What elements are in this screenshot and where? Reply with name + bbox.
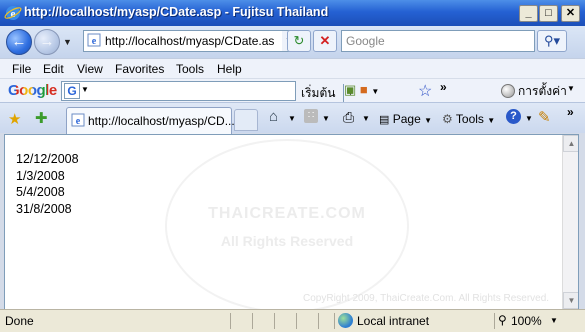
navigation-bar: ← → ▼ e http://localhost/myasp/CDate.as … [0, 26, 585, 58]
help-dropdown-icon[interactable]: ▼ [525, 114, 533, 123]
status-divider [230, 313, 231, 329]
scroll-up-arrow-icon[interactable]: ▲ [563, 135, 578, 152]
svg-text:e: e [76, 116, 81, 127]
settings-icon [501, 84, 515, 98]
google-search-start-button[interactable]: เริ่มต้น [301, 84, 335, 103]
address-input[interactable]: http://localhost/myasp/CDate.as [105, 34, 274, 48]
menu-bar: File Edit View Favorites Tools Help [0, 58, 585, 79]
page-icon: e [71, 113, 85, 127]
minimize-button[interactable]: _ [519, 5, 538, 22]
settings-dropdown-icon: ▼ [567, 84, 575, 93]
forward-button[interactable]: → [34, 29, 60, 55]
zoom-icon[interactable]: ⚲ [498, 313, 507, 327]
status-bar: Done Local intranet ⚲ 100% ▼ [0, 309, 585, 332]
dropdown-icon[interactable]: ▼ [371, 87, 379, 96]
watermark-seal: THAICREATE.COM All Rights Reserved [165, 139, 409, 309]
zoom-dropdown-icon[interactable]: ▼ [550, 316, 558, 325]
status-divider [494, 313, 495, 329]
google-toolbar: Google G ▼ ▼ เริ่มต้น ▣ ■ ▼ ☆ » การตั้งค… [0, 78, 585, 103]
security-zone[interactable]: Local intranet [357, 314, 429, 328]
date-item: 31/8/2008 [16, 201, 72, 216]
status-divider [334, 313, 335, 329]
status-text: Done [5, 314, 34, 328]
menu-tools[interactable]: Tools [176, 62, 204, 76]
maximize-button[interactable]: □ [539, 5, 558, 22]
print-dropdown-icon[interactable]: ▼ [362, 114, 370, 123]
search-input[interactable]: Google [341, 30, 535, 52]
vertical-scrollbar[interactable]: ▲ ▼ [562, 135, 578, 309]
scroll-down-arrow-icon[interactable]: ▼ [563, 292, 578, 309]
page-menu-button[interactable]: ▤ Page ▼ [379, 112, 432, 126]
menu-file[interactable]: File [12, 62, 31, 76]
close-button[interactable]: ✕ [561, 5, 580, 22]
more-commands-chevron-icon[interactable]: » [567, 105, 574, 119]
intranet-globe-icon [338, 313, 353, 328]
help-icon[interactable]: ? [506, 109, 521, 124]
google-search-input[interactable]: G ▼ ▼ [61, 81, 357, 102]
more-chevron-icon[interactable]: » [440, 80, 447, 94]
feeds-icon[interactable]: ∷ [304, 109, 318, 123]
zoom-level[interactable]: 100% [511, 314, 542, 328]
watermark-line1: THAICREATE.COM [208, 205, 366, 222]
tab-current[interactable]: e http://localhost/myasp/CD... [66, 107, 235, 134]
tools-menu-button[interactable]: ⚙ Tools ▼ [442, 112, 495, 126]
status-divider [252, 313, 253, 329]
menu-favorites[interactable]: Favorites [115, 62, 164, 76]
menu-edit[interactable]: Edit [43, 62, 64, 76]
date-list: 12/12/2008 1/3/2008 5/4/2008 31/8/2008 [16, 151, 79, 217]
menu-help[interactable]: Help [217, 62, 242, 76]
date-item: 5/4/2008 [16, 185, 65, 199]
status-divider [274, 313, 275, 329]
favorites-center-icon[interactable]: ★ [8, 110, 21, 128]
svg-text:e: e [92, 36, 97, 47]
tools-menu-label: Tools [455, 112, 484, 126]
date-item: 12/12/2008 [16, 152, 79, 166]
google-logo-text: Google [8, 82, 57, 99]
stop-button[interactable]: ✕ [313, 30, 337, 52]
copyright-text: CopyRight 2009, ThaiCreate.Com. All Righ… [303, 293, 550, 304]
research-icon[interactable]: ✎ [538, 108, 551, 126]
star-icon[interactable]: ☆ [418, 81, 432, 101]
new-tab-button[interactable] [234, 109, 258, 131]
add-favorites-icon[interactable]: ✚ [35, 109, 48, 127]
refresh-button[interactable]: ↻ [287, 30, 311, 52]
back-button[interactable]: ← [6, 29, 32, 55]
menu-view[interactable]: View [77, 62, 103, 76]
print-icon[interactable]: ⎙ [343, 109, 354, 126]
page-content: THAICREATE.COM All Rights Reserved 12/12… [4, 134, 579, 310]
ie-logo-icon: e [4, 4, 22, 22]
google-g-dropdown-icon[interactable]: ▼ [81, 85, 89, 94]
google-logo: Google [8, 82, 57, 99]
watermark-line2: All Rights Reserved [220, 233, 354, 249]
page-menu-label: Page [392, 112, 421, 126]
search-icon[interactable]: ⚲▾ [537, 30, 567, 52]
recent-pages-dropdown-icon[interactable]: ▼ [63, 37, 72, 47]
status-divider [296, 313, 297, 329]
window-title: http://localhost/myasp/CDate.asp - Fujit… [24, 5, 329, 19]
google-toolbar-buttons[interactable]: ▣ ■ ▼ [344, 82, 379, 98]
bookmark-icon[interactable]: ▣ [344, 82, 356, 97]
page-icon: e [87, 33, 101, 47]
tab-label: http://localhost/myasp/CD... [88, 114, 235, 128]
search-placeholder: Google [346, 34, 385, 48]
address-bar[interactable]: e http://localhost/myasp/CDate.as [83, 30, 283, 52]
home-dropdown-icon[interactable]: ▼ [288, 114, 296, 123]
feeds-dropdown-icon[interactable]: ▼ [322, 114, 330, 123]
google-settings-label: การตั้งค่า [518, 84, 567, 98]
title-bar: e http://localhost/myasp/CDate.asp - Fuj… [0, 0, 585, 26]
google-g-icon: G [64, 83, 80, 99]
photo-icon[interactable]: ■ [360, 82, 368, 97]
date-item: 1/3/2008 [16, 168, 65, 183]
status-divider [318, 313, 319, 329]
tab-bar: ★ ✚ e http://localhost/myasp/CD... ⌂ ▼ ∷… [0, 102, 585, 134]
home-icon[interactable]: ⌂ [269, 108, 278, 125]
